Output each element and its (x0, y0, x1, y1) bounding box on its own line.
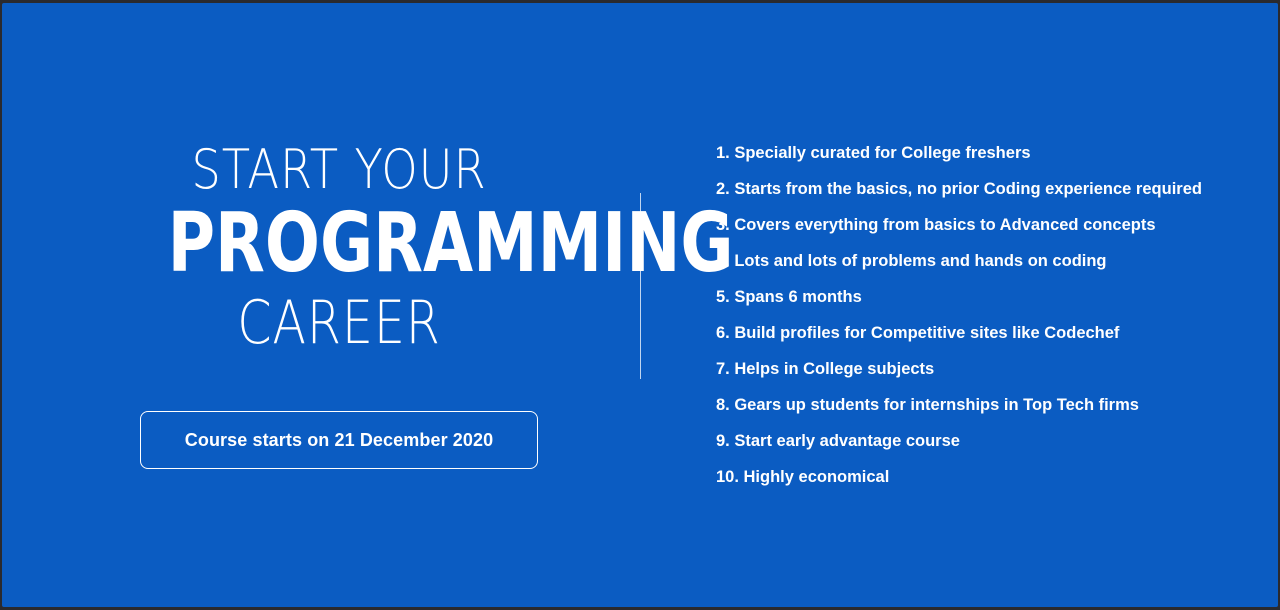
vertical-divider (640, 193, 641, 379)
feature-item: 10. Highly economical (716, 468, 890, 486)
headline-line-career: CAREER (237, 288, 441, 358)
course-start-badge: Course starts on 21 December 2020 (140, 411, 538, 469)
headline-line-start-your: START YOUR (191, 138, 487, 201)
feature-item: 7. Helps in College subjects (716, 360, 935, 378)
feature-item: 3. Covers everything from basics to Adva… (716, 216, 1156, 234)
promo-banner: START YOUR PROGRAMMING CAREER Course sta… (2, 3, 1278, 607)
feature-list: 1. Specially curated for College fresher… (716, 141, 1202, 501)
feature-item: 1. Specially curated for College fresher… (716, 144, 1031, 162)
feature-item: 8. Gears up students for internships in … (716, 396, 1139, 414)
feature-item: 6. Build profiles for Competitive sites … (716, 324, 1120, 342)
feature-item: 5. Spans 6 months (716, 288, 862, 306)
feature-item: 9. Start early advantage course (716, 432, 960, 450)
feature-item: 4. Lots and lots of problems and hands o… (716, 252, 1107, 270)
feature-item: 2. Starts from the basics, no prior Codi… (716, 180, 1202, 198)
headline-line-programming: PROGRAMMING (167, 196, 734, 291)
